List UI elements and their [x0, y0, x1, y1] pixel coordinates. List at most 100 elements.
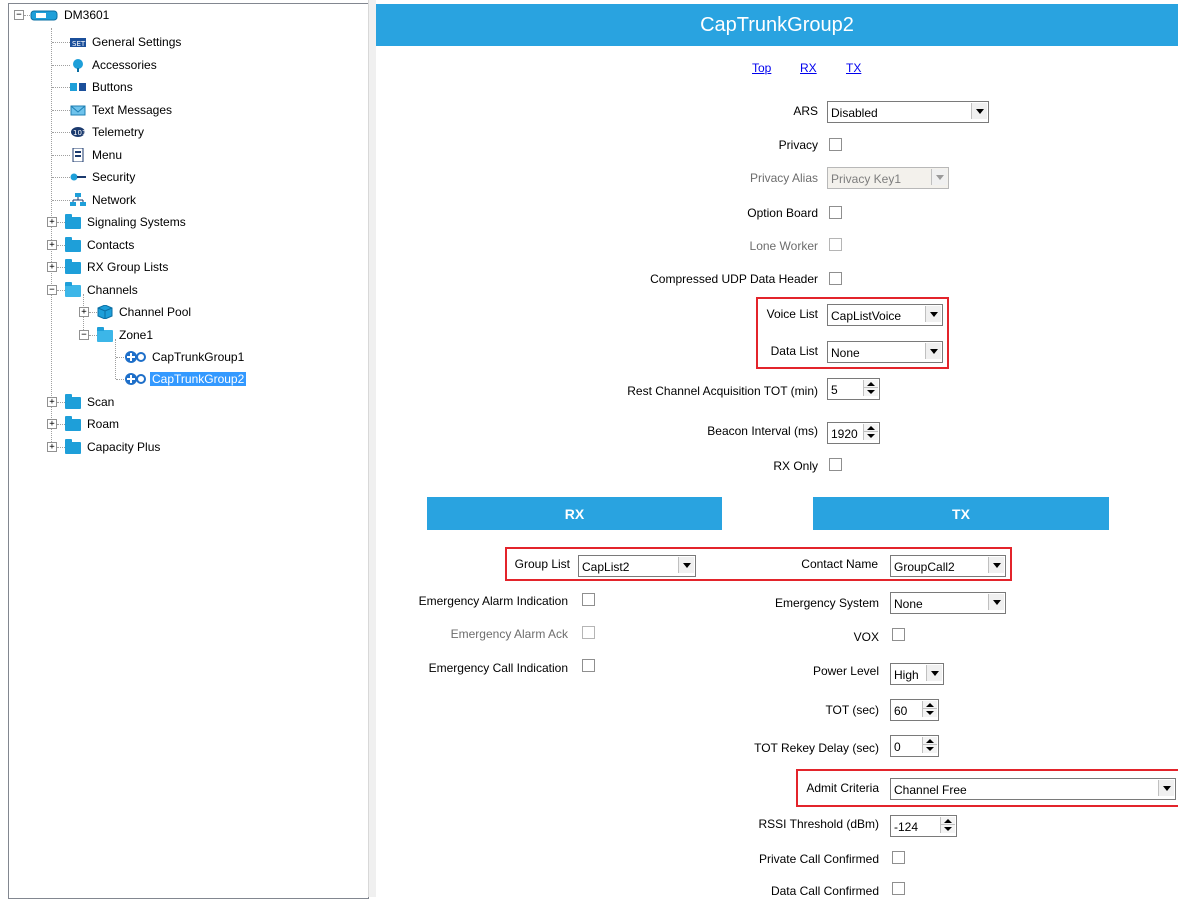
chevron-down-icon[interactable]	[926, 665, 942, 681]
group-list-label: Group List	[514, 557, 570, 571]
expand-icon[interactable]: +	[47, 240, 57, 250]
envelope-icon	[70, 103, 86, 117]
tree-item-telemetry[interactable]: 101 Telemetry	[52, 123, 146, 141]
accessories-icon	[70, 58, 86, 72]
admit-criteria-select[interactable]: Channel Free	[890, 778, 1176, 800]
emergency-alarm-indication-checkbox[interactable]	[582, 593, 595, 606]
trunk-group-icon	[124, 372, 146, 386]
tree-item-roam[interactable]: + Roam	[47, 415, 121, 433]
tree-item-capacity-plus[interactable]: + Capacity Plus	[47, 438, 162, 456]
private-call-confirmed-checkbox[interactable]	[892, 851, 905, 864]
collapse-icon[interactable]: −	[79, 330, 89, 340]
radio-device-icon	[30, 8, 58, 22]
folder-icon	[65, 439, 81, 454]
emergency-system-select[interactable]: None	[890, 592, 1006, 614]
option-board-label: Option Board	[747, 206, 818, 220]
tree-item-network[interactable]: Network	[52, 191, 138, 209]
tree-item-channels[interactable]: − Channels	[47, 281, 140, 299]
spinner-arrows-icon[interactable]	[863, 424, 878, 440]
folder-icon	[65, 416, 81, 431]
vox-checkbox[interactable]	[892, 628, 905, 641]
rx-section-header: RX	[427, 497, 722, 530]
chevron-down-icon[interactable]	[925, 343, 941, 359]
data-list-label: Data List	[770, 344, 818, 358]
tx-section-header: TX	[813, 497, 1109, 530]
tree-item-accessories[interactable]: Accessories	[52, 56, 159, 74]
tree-item-buttons[interactable]: Buttons	[52, 78, 135, 96]
beacon-interval-label: Beacon Interval (ms)	[707, 424, 818, 438]
expand-icon[interactable]: +	[47, 419, 57, 429]
folder-icon	[65, 237, 81, 252]
chevron-down-icon[interactable]	[678, 557, 694, 573]
tree-item-scan[interactable]: + Scan	[47, 393, 116, 411]
expand-icon[interactable]: +	[47, 217, 57, 227]
menu-icon	[70, 147, 86, 163]
settings-panel	[376, 0, 1178, 897]
chevron-down-icon[interactable]	[988, 557, 1004, 573]
tree-item-general-settings[interactable]: SET General Settings	[52, 33, 183, 51]
chevron-down-icon	[931, 169, 947, 185]
compressed-udp-checkbox[interactable]	[829, 272, 842, 285]
expand-icon[interactable]: +	[47, 262, 57, 272]
nav-link-tx[interactable]: TX	[846, 61, 861, 75]
rest-channel-spinner[interactable]: 5	[827, 378, 880, 400]
voice-list-select[interactable]: CapListVoice	[827, 304, 943, 326]
option-board-checkbox[interactable]	[829, 206, 842, 219]
contact-name-select[interactable]: GroupCall2	[890, 555, 1006, 577]
data-list-select[interactable]: None	[827, 341, 943, 363]
spinner-arrows-icon[interactable]	[922, 737, 937, 753]
chevron-down-icon[interactable]	[988, 594, 1004, 610]
nav-link-top[interactable]: Top	[752, 61, 771, 75]
tree-item-signaling-systems[interactable]: + Signaling Systems	[47, 213, 188, 231]
navigation-tree[interactable]: − DM3601 SET General Settings Accessorie…	[8, 3, 369, 899]
beacon-interval-spinner[interactable]: 1920	[827, 422, 880, 444]
collapse-icon[interactable]: −	[47, 285, 57, 295]
group-list-select[interactable]: CapList2	[578, 555, 696, 577]
tree-item-zone1[interactable]: − Zone1	[79, 326, 155, 344]
tree-root-label: DM3601	[64, 8, 110, 22]
vox-label: VOX	[853, 630, 879, 644]
nav-link-rx[interactable]: RX	[800, 61, 817, 75]
spinner-arrows-icon[interactable]	[922, 701, 937, 717]
tree-item-captrunkgroup2[interactable]: CapTrunkGroup2	[116, 370, 247, 388]
data-call-confirmed-checkbox[interactable]	[892, 882, 905, 895]
tree-item-contacts[interactable]: + Contacts	[47, 236, 136, 254]
admit-criteria-label: Admit Criteria	[806, 781, 879, 795]
tot-rekey-spinner[interactable]: 0	[890, 735, 939, 757]
ars-select[interactable]: Disabled	[827, 101, 989, 123]
collapse-icon[interactable]: −	[14, 10, 24, 20]
lone-worker-checkbox	[829, 238, 842, 251]
folder-icon	[65, 394, 81, 409]
chevron-down-icon[interactable]	[925, 306, 941, 322]
spinner-arrows-icon[interactable]	[863, 380, 878, 396]
network-icon	[70, 193, 86, 207]
rx-only-checkbox[interactable]	[829, 458, 842, 471]
compressed-udp-label: Compressed UDP Data Header	[650, 272, 818, 286]
tree-item-security[interactable]: Security	[52, 168, 137, 186]
tree-item-text-messages[interactable]: Text Messages	[52, 101, 174, 119]
tree-item-rx-group-lists[interactable]: + RX Group Lists	[47, 258, 170, 276]
tot-spinner[interactable]: 60	[890, 699, 939, 721]
settings-icon: SET	[70, 35, 86, 49]
tree-root[interactable]: − DM3601	[14, 6, 111, 24]
emergency-call-indication-checkbox[interactable]	[582, 659, 595, 672]
chevron-down-icon[interactable]	[1158, 780, 1174, 796]
svg-text:101: 101	[73, 129, 86, 137]
expand-icon[interactable]: +	[79, 307, 89, 317]
emergency-call-indication-label: Emergency Call Indication	[428, 661, 568, 675]
tree-item-captrunkgroup1[interactable]: CapTrunkGroup1	[116, 348, 246, 366]
privacy-checkbox[interactable]	[829, 138, 842, 151]
tree-item-channel-pool[interactable]: + Channel Pool	[79, 303, 193, 321]
power-level-select[interactable]: High	[890, 663, 944, 685]
expand-icon[interactable]: +	[47, 397, 57, 407]
rssi-threshold-label: RSSI Threshold (dBm)	[758, 817, 880, 831]
folder-icon	[65, 214, 81, 229]
expand-icon[interactable]: +	[47, 442, 57, 452]
spinner-arrows-icon[interactable]	[940, 817, 955, 833]
contact-name-label: Contact Name	[801, 557, 878, 571]
chevron-down-icon[interactable]	[971, 103, 987, 119]
emergency-alarm-ack-label: Emergency Alarm Ack	[450, 627, 568, 641]
privacy-label: Privacy	[778, 138, 818, 152]
rssi-threshold-spinner[interactable]: -124	[890, 815, 957, 837]
tree-item-menu[interactable]: Menu	[52, 146, 124, 164]
